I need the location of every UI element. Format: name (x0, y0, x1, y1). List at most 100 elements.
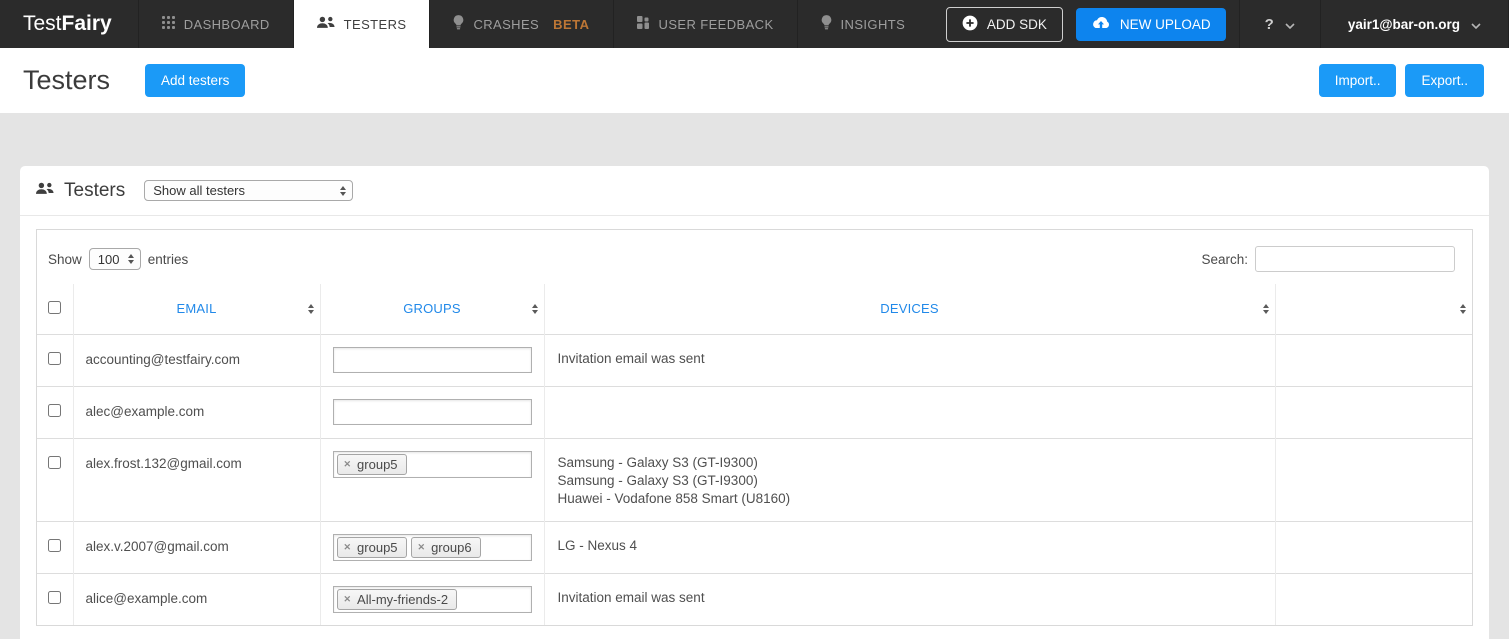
device-line: Invitation email was sent (558, 589, 1263, 607)
search-label: Search: (1201, 252, 1248, 267)
groups-input[interactable]: ✕group5✕group6 (333, 534, 532, 561)
new-upload-label: NEW UPLOAD (1120, 17, 1211, 32)
row-select-cell (37, 334, 73, 386)
help-question-mark: ? (1265, 16, 1274, 33)
remove-tag-icon[interactable]: ✕ (344, 594, 352, 605)
groups-cell (320, 386, 544, 438)
panel-content: Show 100 entries Search: (20, 216, 1489, 626)
people-icon (36, 182, 64, 200)
row-checkbox[interactable] (48, 456, 61, 469)
group-tag-label: All-my-friends-2 (357, 592, 448, 607)
row-select-cell (37, 386, 73, 438)
column-header-email[interactable]: EMAIL (73, 284, 320, 334)
row-checkbox[interactable] (48, 591, 61, 604)
column-header-label: GROUPS (403, 301, 461, 316)
devices-cell: Invitation email was sent (544, 573, 1275, 625)
group-tag[interactable]: ✕ group5 (337, 454, 407, 475)
nav-item-dashboard[interactable]: DASHBOARD (138, 0, 293, 48)
sort-icon (308, 304, 314, 314)
device-line: LG - Nexus 4 (558, 537, 1263, 555)
add-sdk-button[interactable]: ADD SDK (946, 7, 1063, 42)
sort-icon (1263, 304, 1269, 314)
group-tag[interactable]: ✕ All-my-friends-2 (337, 589, 458, 610)
groups-cell: ✕group5✕group6 (320, 521, 544, 573)
row-checkbox[interactable] (48, 352, 61, 365)
import-button[interactable]: Import.. (1319, 64, 1397, 97)
groups-input[interactable] (333, 347, 532, 373)
chevron-down-icon (1471, 17, 1481, 32)
extra-cell (1275, 438, 1472, 521)
account-menu[interactable]: yair1@bar-on.org (1320, 0, 1509, 48)
feedback-blocks-icon (637, 16, 650, 32)
table-row: alice@example.com ✕ All-my-friends-2 Invi… (37, 573, 1472, 625)
nav-item-insights[interactable]: INSIGHTS (797, 0, 929, 48)
nav-label-testers: TESTERS (344, 17, 407, 32)
extra-cell (1275, 334, 1472, 386)
nav-label-crashes: CRASHES (473, 17, 539, 32)
column-header-devices[interactable]: DEVICES (544, 284, 1275, 334)
nav-item-crashes[interactable]: CRASHES BETA (429, 0, 612, 48)
device-line: Samsung - Galaxy S3 (GT-I9300) (558, 454, 1263, 472)
group-tag[interactable]: ✕group6 (411, 537, 481, 558)
table-wrapper: Show 100 entries Search: (36, 229, 1473, 626)
page-size-control: Show 100 entries (48, 248, 188, 270)
column-header-extra[interactable] (1275, 284, 1472, 334)
tester-email: alex.v.2007@gmail.com (86, 539, 229, 554)
email-cell: alec@example.com (73, 386, 320, 438)
lightbulb-icon (453, 15, 464, 33)
extra-cell (1275, 386, 1472, 438)
navbar-right: ADD SDK NEW UPLOAD ? yair1@bar-on.org (946, 0, 1509, 48)
nav-label-insights: INSIGHTS (841, 17, 906, 32)
row-checkbox[interactable] (48, 404, 61, 417)
row-checkbox[interactable] (48, 539, 61, 552)
row-select-cell (37, 573, 73, 625)
select-all-checkbox[interactable] (48, 301, 61, 314)
nav-label-dashboard: DASHBOARD (184, 17, 270, 32)
devices-cell: Samsung - Galaxy S3 (GT-I9300)Samsung - … (544, 438, 1275, 521)
table-row: alec@example.com (37, 386, 1472, 438)
tester-filter-select[interactable]: Show all testers (144, 180, 353, 201)
column-header-groups[interactable]: GROUPS (320, 284, 544, 334)
testers-table: EMAIL GROUPS DEVICES (37, 284, 1472, 625)
email-cell: alex.v.2007@gmail.com (73, 521, 320, 573)
remove-tag-icon[interactable]: ✕ (344, 542, 352, 553)
row-select-cell (37, 438, 73, 521)
show-label: Show (48, 252, 82, 267)
table-row: accounting@testfairy.com Invitation emai… (37, 334, 1472, 386)
add-testers-button[interactable]: Add testers (145, 64, 245, 97)
tester-email: alice@example.com (86, 591, 208, 606)
nav-label-user-feedback: USER FEEDBACK (659, 17, 774, 32)
header-actions: Import.. Export.. (1319, 64, 1484, 97)
column-header-label: EMAIL (176, 301, 216, 316)
beta-badge: BETA (553, 17, 589, 32)
cloud-upload-icon (1091, 16, 1111, 33)
testfairy-logo[interactable]: TestFairy (0, 0, 138, 48)
tester-email: alec@example.com (86, 404, 205, 419)
nav-item-user-feedback[interactable]: USER FEEDBACK (613, 0, 797, 48)
entries-label: entries (148, 252, 189, 267)
group-tag[interactable]: ✕group5 (337, 537, 407, 558)
new-upload-button[interactable]: NEW UPLOAD (1076, 8, 1226, 41)
groups-input[interactable]: ✕ group5 (333, 451, 532, 478)
group-tag-label: group5 (357, 457, 397, 472)
remove-tag-icon[interactable]: ✕ (418, 542, 426, 553)
page-size-wrap: 100 (89, 248, 141, 270)
logo-text-bold: Fairy (62, 12, 112, 36)
help-menu[interactable]: ? (1239, 0, 1320, 48)
search-input[interactable] (1255, 246, 1455, 272)
table-controls: Show 100 entries Search: (37, 230, 1472, 284)
people-icon (317, 16, 335, 32)
export-button[interactable]: Export.. (1405, 64, 1484, 97)
groups-input[interactable] (333, 399, 532, 425)
table-row: alex.frost.132@gmail.com ✕group5 Samsung… (37, 438, 1472, 521)
tester-email: accounting@testfairy.com (86, 352, 241, 367)
nav-item-testers[interactable]: TESTERS (293, 0, 430, 48)
page-body: Testers Show all testers Show 100 (0, 113, 1509, 639)
panel-title: Testers (64, 180, 125, 202)
groups-input[interactable]: ✕ All-my-friends-2 (333, 586, 532, 613)
page-size-select[interactable]: 100 (89, 248, 141, 270)
groups-cell: ✕ All-my-friends-2 (320, 573, 544, 625)
devices-cell (544, 386, 1275, 438)
remove-tag-icon[interactable]: ✕ (344, 459, 352, 470)
chevron-down-icon (1285, 16, 1295, 33)
